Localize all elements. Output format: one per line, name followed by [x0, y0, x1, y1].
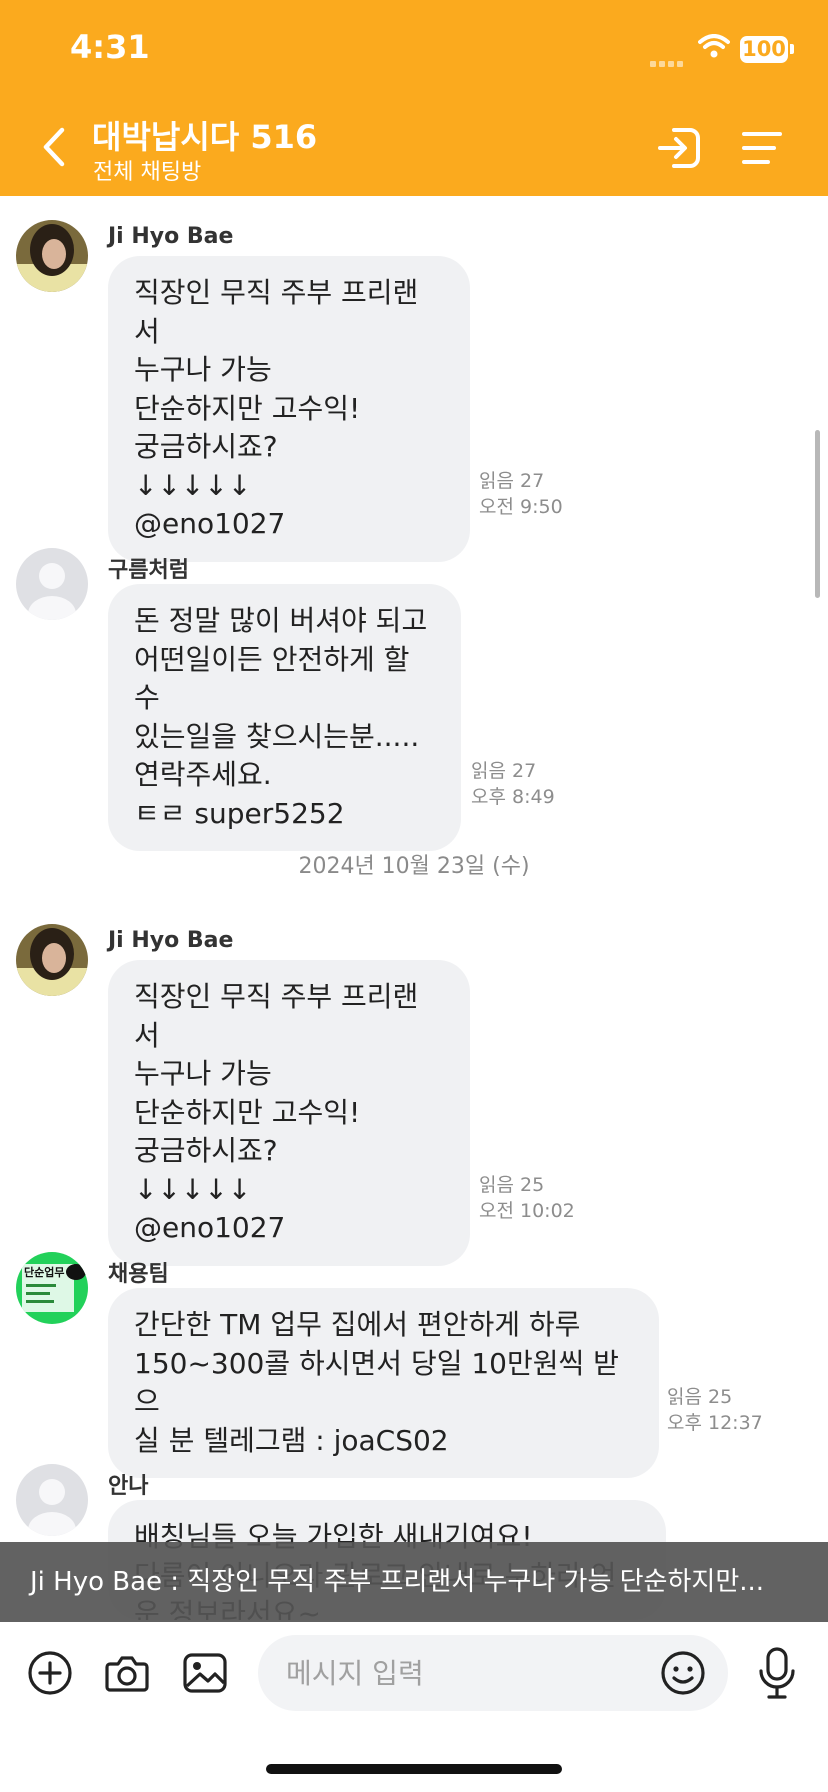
avatar[interactable] — [16, 220, 88, 292]
date-separator: 2024년 10월 23일 (수) — [298, 854, 530, 879]
room-subtitle: 전체 채팅방 — [93, 160, 202, 185]
sender-name: 구름처럼 — [108, 558, 189, 583]
chat-header: 4:31 100 대박납시다 516 전체 채팅방 — [0, 0, 828, 196]
message-bubble[interactable]: 직장인 무직 주부 프리랜서 누구나 가능 단순하지만 고수익! 궁금하시죠? … — [108, 256, 470, 562]
avatar[interactable] — [16, 924, 88, 996]
sender-name: Ji Hyo Bae — [108, 928, 234, 953]
message-bubble[interactable]: 간단한 TM 업무 집에서 편안하게 하루 150~300콜 하시면서 당일 1… — [108, 1288, 659, 1478]
read-count: 읽음 27 — [479, 470, 545, 492]
sender-name: Ji Hyo Bae — [108, 224, 234, 249]
avatar[interactable] — [16, 548, 88, 620]
message-bubble[interactable]: 직장인 무직 주부 프리랜서 누구나 가능 단순하지만 고수익! 궁금하시죠? … — [108, 960, 470, 1266]
preview-text: 직장인 무직 주부 프리랜서 누구나 가능 단순하지만... — [187, 1567, 765, 1597]
read-count: 읽음 25 — [667, 1386, 733, 1408]
preview-sender: Ji Hyo Bae — [30, 1567, 163, 1597]
camera-icon[interactable] — [104, 1650, 150, 1696]
avatar[interactable] — [16, 1464, 88, 1536]
exit-icon[interactable] — [656, 124, 704, 172]
message-time: 오후 12:37 — [667, 1412, 763, 1434]
read-count: 읽음 27 — [471, 760, 537, 782]
message-meta: 읽음 25 오전 10:02 — [479, 1172, 575, 1224]
message-text: 직장인 무직 주부 프리랜서 누구나 가능 단순하지만 고수익! 궁금하시죠? … — [134, 980, 419, 1244]
battery-indicator: 100 — [740, 36, 788, 63]
avatar-label: 단순업무 — [24, 1265, 64, 1279]
read-count: 읽음 25 — [479, 1174, 545, 1196]
message-text: 간단한 TM 업무 집에서 편안하게 하루 150~300콜 하시면서 당일 1… — [134, 1308, 619, 1457]
message-time: 오후 8:49 — [471, 786, 555, 808]
mic-icon[interactable] — [757, 1646, 797, 1700]
scrollbar[interactable] — [815, 430, 820, 598]
home-indicator — [266, 1764, 562, 1774]
message-meta: 읽음 25 오후 12:37 — [667, 1384, 763, 1436]
back-icon[interactable] — [36, 124, 72, 170]
wifi-icon — [698, 34, 730, 58]
preview-separator: : — [162, 1567, 188, 1597]
message-bubble[interactable]: 돈 정말 많이 버셔야 되고 어떤일이든 안전하게 할수 있는일을 찾으시는분.… — [108, 584, 461, 851]
sender-name: 채용팀 — [108, 1262, 169, 1287]
emoji-icon[interactable] — [660, 1650, 706, 1696]
message-meta: 읽음 27 오전 9:50 — [479, 468, 563, 520]
message-text: 돈 정말 많이 버셔야 되고 어떤일이든 안전하게 할수 있는일을 찾으시는분.… — [134, 604, 428, 830]
message-time: 오전 9:50 — [479, 496, 563, 518]
message-input[interactable] — [258, 1635, 728, 1711]
gallery-icon[interactable] — [182, 1650, 228, 1696]
status-time: 4:31 — [70, 28, 150, 66]
room-title: 대박납시다 516 — [92, 118, 318, 156]
message-text: 직장인 무직 주부 프리랜서 누구나 가능 단순하지만 고수익! 궁금하시죠? … — [134, 276, 419, 540]
message-time: 오전 10:02 — [479, 1200, 575, 1222]
message-meta: 읽음 27 오후 8:49 — [471, 758, 555, 810]
add-icon[interactable] — [27, 1650, 73, 1696]
sender-name: 안나 — [108, 1474, 149, 1499]
avatar[interactable]: 단순업무 — [16, 1252, 88, 1324]
new-message-preview[interactable]: Ji Hyo Bae : 직장인 무직 주부 프리랜서 누구나 가능 단순하지만… — [0, 1542, 828, 1622]
menu-icon[interactable] — [740, 126, 784, 170]
cellular-signal-icon — [650, 52, 686, 71]
battery-tip — [790, 44, 794, 54]
